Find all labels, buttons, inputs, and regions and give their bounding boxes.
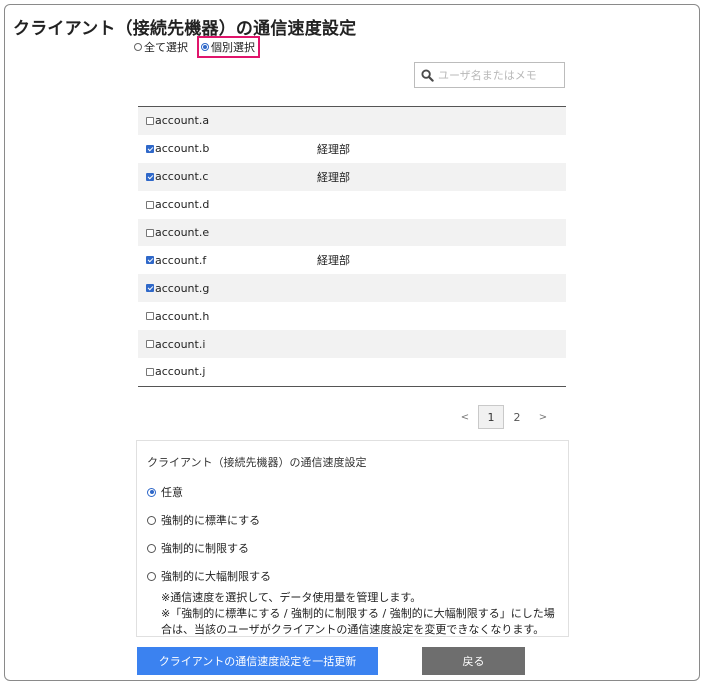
option-label: 任意: [161, 486, 183, 499]
radio-circle-icon: [134, 43, 142, 51]
option-force-standard-radio[interactable]: 強制的に標準にする: [147, 506, 568, 534]
select-all-label: 全て選択: [144, 41, 188, 54]
pagination: < 1 2 >: [452, 405, 556, 429]
account-row[interactable]: account.c 経理部: [138, 162, 566, 191]
checkbox-icon[interactable]: [146, 116, 154, 125]
checkbox-icon[interactable]: [146, 367, 154, 376]
radio-circle-icon: [201, 43, 209, 51]
account-name: account.g: [155, 281, 210, 295]
account-name: account.b: [155, 142, 210, 156]
checkbox-icon[interactable]: [146, 228, 154, 237]
radio-circle-icon: [147, 487, 156, 497]
account-row[interactable]: account.g: [138, 274, 566, 303]
option-label: 強制的に標準にする: [161, 514, 261, 527]
account-row[interactable]: account.b 経理部: [138, 135, 566, 163]
radio-circle-icon: [147, 515, 156, 525]
radio-circle-icon: [147, 571, 156, 581]
option-force-limit-radio[interactable]: 強制的に制限する: [147, 534, 568, 562]
account-name: account.c: [155, 170, 209, 184]
search-icon: [421, 68, 434, 82]
account-row[interactable]: account.e: [138, 218, 566, 247]
checkbox-icon[interactable]: [146, 284, 154, 293]
selection-mode-group: 全て選択 個別選択: [134, 36, 260, 58]
option-arbitrary-radio[interactable]: 任意: [147, 478, 568, 506]
note-line: ※「強制的に標準にする / 強制的に制限する / 強制的に大幅制限する」にした場: [161, 607, 555, 620]
list-bottom-divider: [138, 386, 566, 387]
option-label: 強制的に制限する: [161, 542, 249, 555]
back-button[interactable]: 戻る: [422, 647, 525, 675]
account-row[interactable]: account.d: [138, 191, 566, 219]
account-memo: 経理部: [317, 254, 350, 268]
radio-circle-icon: [147, 543, 156, 553]
checkbox-icon[interactable]: [146, 340, 154, 349]
account-row[interactable]: account.a: [138, 107, 566, 135]
checkbox-icon[interactable]: [146, 256, 154, 265]
checkbox-icon[interactable]: [146, 172, 154, 181]
page-title: クライアント（接続先機器）の通信速度設定: [13, 19, 357, 39]
checkbox-icon[interactable]: [146, 144, 154, 153]
note-line: 合は、当該のユーザがクライアントの通信速度設定を変更できなくなります。: [161, 623, 545, 636]
bulk-update-button[interactable]: クライアントの通信速度設定を一括更新: [137, 647, 378, 675]
settings-heading: クライアント（接続先機器）の通信速度設定: [147, 456, 367, 469]
search-box: [414, 62, 565, 88]
account-row[interactable]: account.f 経理部: [138, 246, 566, 274]
option-force-heavy-limit-radio[interactable]: 強制的に大幅制限する: [147, 562, 568, 590]
page-2-button[interactable]: 2: [504, 405, 530, 429]
select-all-radio[interactable]: 全て選択: [134, 39, 188, 55]
page-1-button[interactable]: 1: [478, 405, 504, 429]
account-name: account.a: [155, 114, 210, 128]
individual-select-label: 個別選択: [211, 41, 255, 54]
note-line: ※通信速度を選択して、データ使用量を管理します。: [161, 591, 422, 604]
account-name: account.j: [155, 365, 206, 379]
account-name: account.f: [155, 253, 207, 267]
checkbox-icon[interactable]: [146, 312, 154, 321]
option-label: 強制的に大幅制限する: [161, 570, 271, 583]
account-name: account.i: [155, 337, 206, 351]
checkbox-icon[interactable]: [146, 200, 154, 209]
account-memo: 経理部: [317, 170, 350, 184]
account-name: account.d: [155, 198, 210, 212]
next-page-button[interactable]: >: [530, 405, 556, 429]
prev-page-button[interactable]: <: [452, 405, 478, 429]
account-row[interactable]: account.j: [138, 358, 566, 386]
speed-settings-panel: クライアント（接続先機器）の通信速度設定 任意 強制的に標準にする 強制的に制限…: [136, 440, 569, 637]
account-list: account.a account.b 経理部 account.c 経理部 ac…: [138, 107, 566, 386]
individual-select-radio[interactable]: 個別選択: [197, 36, 260, 58]
account-memo: 経理部: [317, 142, 350, 156]
account-row[interactable]: account.i: [138, 330, 566, 359]
account-name: account.e: [155, 226, 210, 239]
account-row[interactable]: account.h: [138, 302, 566, 330]
settings-note: ※通信速度を選択して、データ使用量を管理します。 ※「強制的に標準にする / 強…: [147, 590, 568, 638]
search-input[interactable]: [438, 68, 558, 82]
account-name: account.h: [155, 309, 210, 323]
